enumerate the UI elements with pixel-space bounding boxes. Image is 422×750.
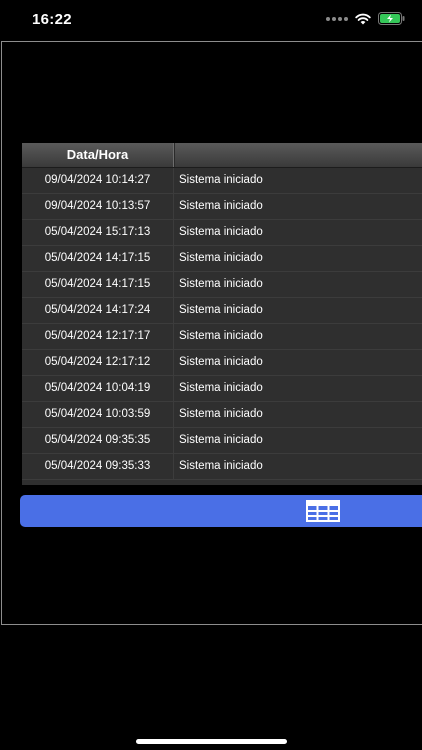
cell-message: Sistema iniciado xyxy=(179,174,263,186)
cell-date: 05/04/2024 14:17:15 xyxy=(22,246,174,271)
cell-message: Sistema iniciado xyxy=(179,382,263,394)
cell-date: 09/04/2024 10:14:27 xyxy=(22,168,174,193)
table-header: Data/Hora xyxy=(22,143,422,168)
signal-dots-icon xyxy=(326,16,348,21)
status-time: 16:22 xyxy=(32,11,72,28)
wifi-icon xyxy=(355,13,371,24)
status-icons xyxy=(326,12,405,25)
bottom-toolbar xyxy=(20,495,422,527)
table-body: 09/04/2024 10:14:27 Sistema iniciado 09/04… xyxy=(22,168,422,480)
table-row[interactable]: 05/04/2024 12:17:12 Sistema iniciado xyxy=(22,350,422,376)
table-row[interactable]: 05/04/2024 09:35:35 Sistema iniciado xyxy=(22,428,422,454)
cell-date: 05/04/2024 14:17:15 xyxy=(22,272,174,297)
log-table: Data/Hora 09/04/2024 10:14:27 Sistema ini… xyxy=(22,143,422,485)
table-row[interactable]: 05/04/2024 09:35:33 Sistema iniciado xyxy=(22,454,422,480)
cell-date: 05/04/2024 12:17:17 xyxy=(22,324,174,349)
cell-message: Sistema iniciado xyxy=(179,408,263,420)
table-row[interactable]: 09/04/2024 10:14:27 Sistema iniciado xyxy=(22,168,422,194)
cell-message: Sistema iniciado xyxy=(179,200,263,212)
table-row[interactable]: 05/04/2024 15:17:13 Sistema iniciado xyxy=(22,220,422,246)
column-header-message[interactable] xyxy=(174,143,422,167)
cell-date: 05/04/2024 10:03:59 xyxy=(22,402,174,427)
cell-message: Sistema iniciado xyxy=(179,252,263,264)
cell-date: 05/04/2024 14:17:24 xyxy=(22,298,174,323)
cell-message: Sistema iniciado xyxy=(179,304,263,316)
column-header-date[interactable]: Data/Hora xyxy=(22,143,174,167)
cell-date: 05/04/2024 10:04:19 xyxy=(22,376,174,401)
cell-message: Sistema iniciado xyxy=(179,278,263,290)
cell-date: 05/04/2024 09:35:35 xyxy=(22,428,174,453)
battery-charging-icon xyxy=(378,12,405,25)
cell-message: Sistema iniciado xyxy=(179,330,263,342)
cell-message: Sistema iniciado xyxy=(179,356,263,368)
table-row[interactable]: 05/04/2024 14:17:24 Sistema iniciado xyxy=(22,298,422,324)
table-row[interactable]: 05/04/2024 10:03:59 Sistema iniciado xyxy=(22,402,422,428)
cell-date: 05/04/2024 09:35:33 xyxy=(22,454,174,479)
table-row[interactable]: 05/04/2024 12:17:17 Sistema iniciado xyxy=(22,324,422,350)
cell-date: 05/04/2024 12:17:12 xyxy=(22,350,174,375)
status-bar: 16:22 xyxy=(0,0,422,40)
cell-date: 09/04/2024 10:13:57 xyxy=(22,194,174,219)
cell-message: Sistema iniciado xyxy=(179,434,263,446)
cell-date: 05/04/2024 15:17:13 xyxy=(22,220,174,245)
cell-message: Sistema iniciado xyxy=(179,226,263,238)
home-indicator[interactable] xyxy=(136,739,287,744)
table-row[interactable]: 05/04/2024 10:04:19 Sistema iniciado xyxy=(22,376,422,402)
cell-message: Sistema iniciado xyxy=(179,460,263,472)
table-row[interactable]: 05/04/2024 14:17:15 Sistema iniciado xyxy=(22,246,422,272)
table-row[interactable]: 09/04/2024 10:13:57 Sistema iniciado xyxy=(22,194,422,220)
table-row[interactable]: 05/04/2024 14:17:15 Sistema iniciado xyxy=(22,272,422,298)
table-grid-icon[interactable] xyxy=(306,500,340,522)
